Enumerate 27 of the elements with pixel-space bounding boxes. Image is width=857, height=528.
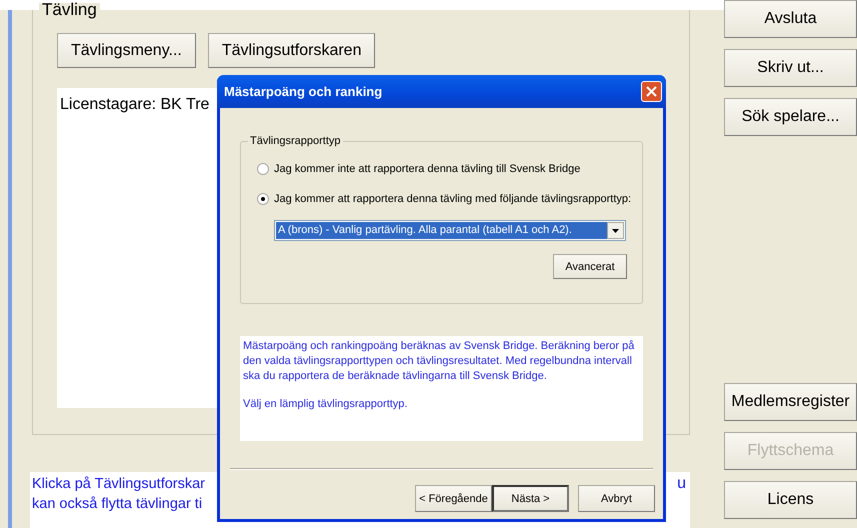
license-text: Licenstagare: BK Tre — [60, 96, 210, 113]
radio-button[interactable] — [257, 193, 269, 205]
wizard-button[interactable]: < Föregående — [415, 485, 492, 512]
advanced-button[interactable]: Avancerat — [553, 254, 627, 279]
radio-button[interactable] — [257, 163, 269, 175]
dialog-title: Mästarpoäng och ranking — [224, 84, 384, 99]
side-button[interactable]: Licens — [724, 481, 857, 519]
radio-label: Jag kommer inte att rapportera denna tävling till Svensk Bridge — [274, 163, 580, 175]
main-button[interactable]: Tävlingsutforskaren — [208, 33, 376, 68]
main-button[interactable]: Tävlingsmeny... — [57, 33, 196, 68]
side-button[interactable]: Avsluta — [724, 0, 857, 38]
group-title: Tävlingsrapporttyp — [248, 135, 342, 147]
side-button[interactable]: Skriv ut... — [724, 49, 857, 87]
report-type-dropdown[interactable]: A (brons) - Vanlig partävling. Alla parantal (tabell A1 och A2). — [274, 220, 626, 241]
group-title: Tävling — [39, 3, 100, 17]
wizard-button[interactable]: Avbryt — [578, 485, 655, 512]
info-text: u — [677, 474, 686, 494]
info-text: kan också flytta tävlingar ti — [32, 495, 204, 514]
wizard-button[interactable]: Nästa > — [492, 485, 569, 512]
side-button[interactable]: Medlemsregister — [724, 383, 857, 421]
close-icon — [646, 86, 657, 97]
close-button[interactable] — [641, 81, 662, 102]
info-text: Klicka på Tävlingsutforskar — [32, 475, 206, 494]
radio-label: Jag kommer att rapportera denna tävling med följande tävlingsrapporttyp: — [274, 193, 632, 205]
info-paragraph: Välj en lämplig tävlingsrapporttyp. — [243, 397, 408, 412]
side-button[interactable]: Sök spelare... — [724, 98, 857, 136]
info-paragraph: Mästarpoäng och rankingpoäng beräknas av Svensk Bridge. Beräkning beror på den valda tävlingsrapporttypen och tävlingsresultatet. Med regelbundna intervall ska du rapportera de beräknade tävlingarna till Svensk Bridge. — [243, 339, 636, 384]
